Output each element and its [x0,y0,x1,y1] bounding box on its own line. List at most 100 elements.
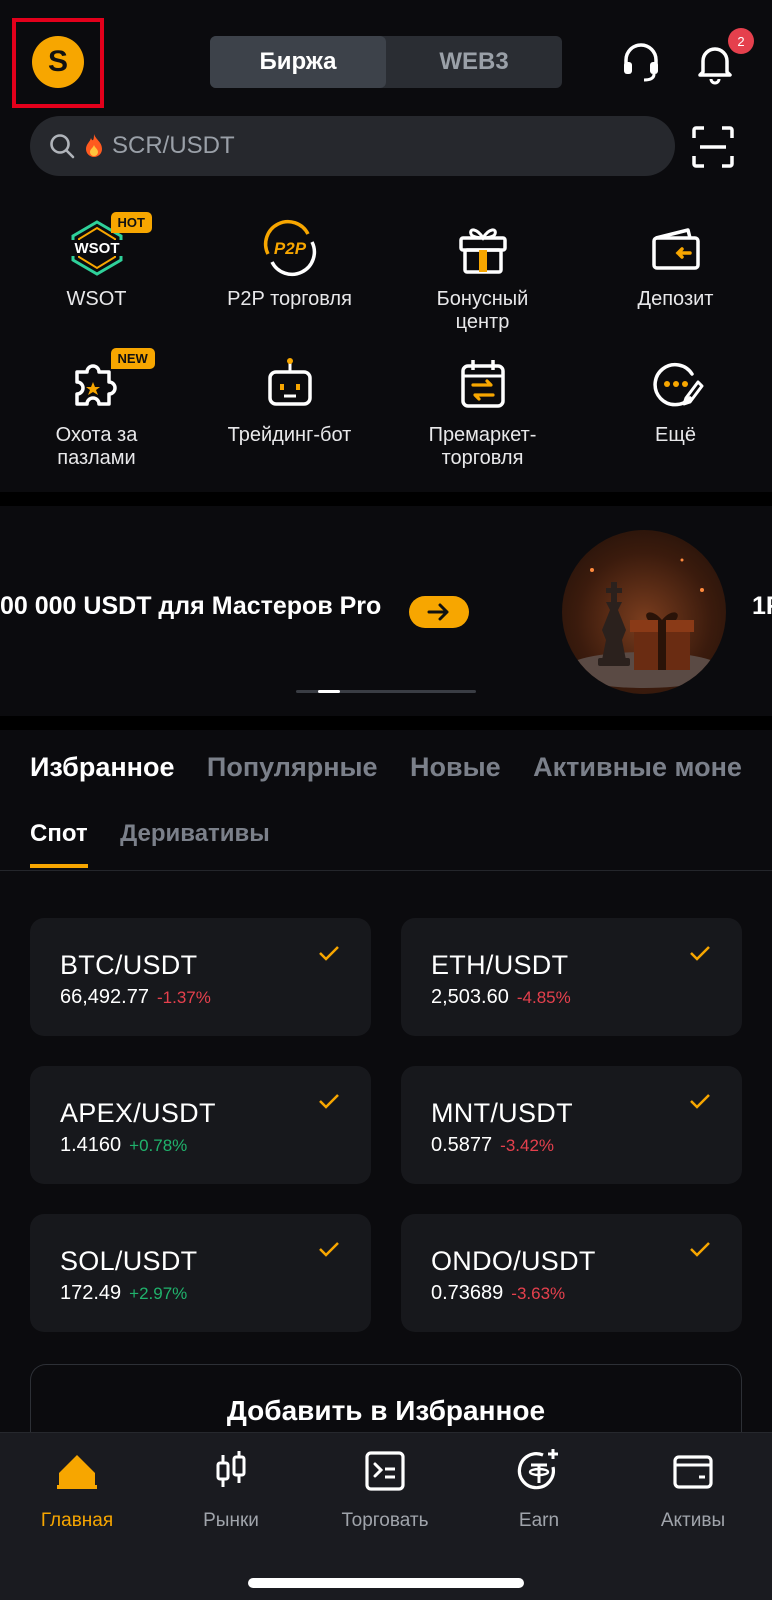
nav-earn[interactable]: Earn [462,1447,616,1532]
tab-popular[interactable]: Популярные [207,752,378,783]
banner-text: 00 000 USDT для Мастеров Pro [0,592,382,620]
arrow-right-icon [427,603,449,621]
carousel-indicator [296,690,476,693]
pair-change: -3.63% [511,1284,566,1303]
candles-icon [216,1451,246,1487]
subtab-derivatives[interactable]: Деривативы [120,820,270,864]
tab-active-coins[interactable]: Активные моне [533,752,742,783]
market-tabs: Избранное Популярные Новые Активные моне [30,752,770,783]
home-icon [57,1455,97,1489]
check-icon[interactable] [688,1092,712,1110]
favorite-card[interactable]: APEX/USDT 1.4160 +0.78% [30,1066,371,1184]
more-icon [652,362,703,407]
section-divider [0,716,772,730]
favorite-card[interactable]: ONDO/USDT 0.73689 -3.63% [401,1214,742,1332]
shortcut-label: Трейдинг-бот [227,424,352,446]
shortcut-more[interactable]: Ещё [579,352,772,447]
segment-exchange[interactable]: Биржа [210,36,386,88]
p2p-icon: P2P [263,219,316,277]
chess-gift-illustration [564,558,724,688]
pair-name: BTC/USDT [60,950,198,980]
favorite-card[interactable]: MNT/USDT 0.5877 -3.42% [401,1066,742,1184]
pair-price-row: 0.5877 -3.42% [431,1134,554,1157]
nav-label: Главная [40,1510,114,1531]
check-icon[interactable] [317,944,341,962]
svg-text:P2P: P2P [273,239,306,258]
pair-change: -1.37% [156,988,211,1007]
shortcut-label: Бонусный центр [436,288,529,333]
shortcut-wsot[interactable]: WSOT HOT WSOT [0,212,193,311]
pair-change: -4.85% [516,988,571,1007]
wallet-deposit-icon [651,228,700,270]
terminal-icon [365,1451,405,1491]
shortcut-label: Ещё [655,424,696,446]
pair-price-row: 1.4160 +0.78% [60,1134,187,1157]
shortcut-trading-bot[interactable]: Трейдинг-бот [193,352,386,447]
tab-favorites[interactable]: Избранное [30,752,174,783]
shortcut-label: Депозит [637,288,714,310]
hot-tag: HOT [110,212,152,233]
shortcut-puzzle[interactable]: NEW Охота за пазлами [0,348,193,470]
shortcut-label: Охота за пазлами [55,424,138,469]
robot-icon [267,358,312,406]
exchange-web3-switch: Биржа WEB3 [210,36,562,88]
shortcut-bonus[interactable]: Бонусный центр [386,216,579,334]
pair-price-row: 66,492.77 -1.37% [60,986,211,1009]
nav-label: Торговать [341,1510,429,1531]
headset-icon[interactable] [618,40,664,86]
pair-price: 66,492.77 [60,986,149,1008]
favorite-card[interactable]: ETH/USDT 2,503.60 -4.85% [401,918,742,1036]
nav-label: Earn [518,1510,560,1531]
shortcut-label: WSOT [66,288,127,310]
shortcut-deposit[interactable]: Депозит [579,216,772,311]
pair-name: ONDO/USDT [431,1246,596,1276]
pair-price: 1.4160 [60,1134,122,1156]
banner-arrow-button[interactable] [409,596,469,628]
gift-icon [458,228,507,274]
search-bar[interactable]: SCR/USDT [30,116,675,176]
nav-home[interactable]: Главная [0,1447,154,1532]
check-icon[interactable] [317,1240,341,1258]
pair-price: 2,503.60 [431,986,509,1008]
nav-assets[interactable]: Активы [616,1447,770,1532]
nav-label: Рынки [203,1510,259,1531]
divider [0,870,772,871]
pair-price-row: 0.73689 -3.63% [431,1282,565,1305]
check-icon[interactable] [688,944,712,962]
search-input[interactable]: SCR/USDT [112,132,235,160]
shortcut-label: P2P торговля [227,288,352,310]
pair-price-row: 2,503.60 -4.85% [431,986,571,1009]
top-header: S Биржа WEB3 2 [0,0,772,110]
pair-price: 172.49 [60,1282,122,1304]
promo-banner[interactable]: 00 000 USDT для Мастеров Pro 1F [0,506,772,716]
scan-icon[interactable] [690,124,736,170]
shortcut-p2p[interactable]: P2P P2P торговля [193,216,386,311]
avatar[interactable]: S [32,36,84,88]
pair-change: +2.97% [129,1284,188,1303]
favorite-card[interactable]: SOL/USDT 172.49 +2.97% [30,1214,371,1332]
market-subtabs: Спот Деривативы [30,820,298,868]
segment-web3[interactable]: WEB3 [386,36,562,88]
pair-name: ETH/USDT [431,950,569,980]
calendar-swap-icon [460,360,505,408]
shortcut-label: Премаркет-торговля [428,424,537,469]
avatar-highlight[interactable]: S [12,18,104,108]
notification-badge: 2 [728,28,754,54]
pair-name: SOL/USDT [60,1246,198,1276]
check-icon[interactable] [317,1092,341,1110]
wallet-icon [673,1455,713,1489]
check-icon[interactable] [688,1240,712,1258]
pair-name: MNT/USDT [431,1098,573,1128]
favorite-card[interactable]: BTC/USDT 66,492.77 -1.37% [30,918,371,1036]
subtab-spot[interactable]: Спот [30,820,88,868]
home-indicator [248,1578,524,1588]
search-icon [50,134,75,159]
nav-label: Активы [660,1510,726,1531]
nav-markets[interactable]: Рынки [154,1447,308,1532]
tab-new[interactable]: Новые [410,752,501,783]
section-divider [0,492,772,506]
shortcut-premarket[interactable]: Премаркет-торговля [386,352,579,470]
nav-trade[interactable]: Торговать [308,1447,462,1532]
pair-price: 0.73689 [431,1282,504,1304]
pair-change: +0.78% [129,1136,188,1155]
